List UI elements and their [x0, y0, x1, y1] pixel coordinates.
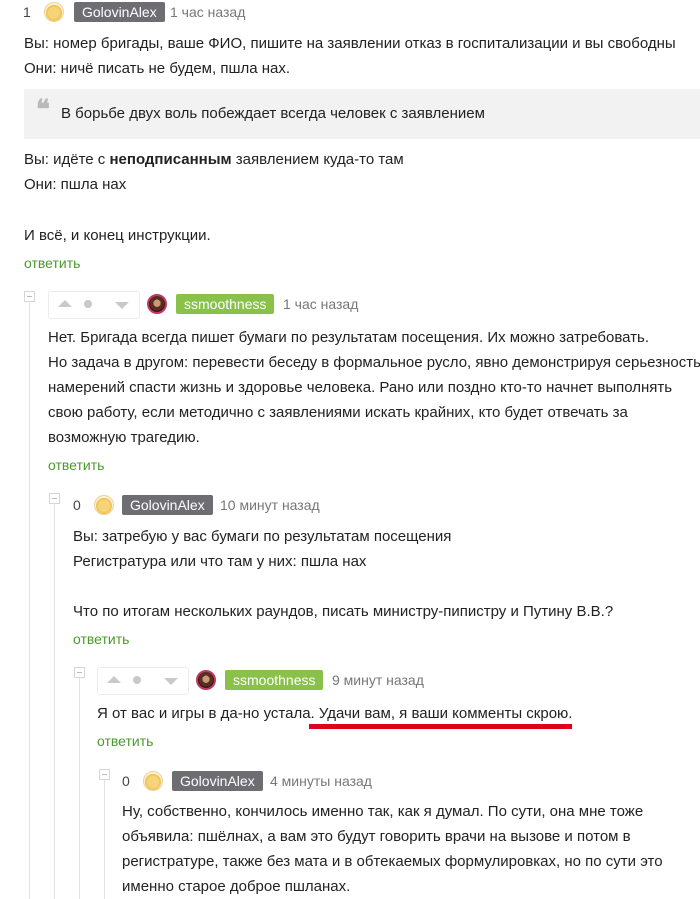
comment-text-line: Вы: затребую у вас бумаги по результатам… — [73, 528, 452, 545]
comment-time[interactable]: 4 минуты назад — [270, 773, 372, 789]
quote-text: В борьбе двух воль побеждает всегда чело… — [61, 105, 485, 122]
comment-time[interactable]: 1 час назад — [170, 4, 245, 20]
neutral-dot-icon — [84, 300, 92, 308]
comment-text-line: регистратуре, также без мата и в обтекае… — [122, 853, 663, 870]
comment-time[interactable]: 1 час назад — [283, 296, 358, 312]
comment-time[interactable]: 10 минут назад — [220, 497, 320, 513]
comment-text-line: Я от вас и игры в да-но устала. Удачи ва… — [97, 705, 573, 722]
reply-link[interactable]: ответить — [73, 631, 129, 647]
collapse-toggle[interactable] — [99, 769, 110, 780]
comment-text-line: Нет. Бригада всегда пишет бумаги по резу… — [48, 329, 649, 346]
upvote-icon[interactable] — [58, 300, 72, 307]
comment-text-line: Ну, собственно, кончилось именно так, ка… — [122, 803, 644, 820]
comment-text-line: И всё, и конец инструкции. — [24, 227, 211, 244]
comment-text-line: намерений спасти жизнь и здоровье челове… — [48, 379, 673, 396]
username-badge[interactable]: GolovinAlex — [122, 495, 213, 515]
reply-link[interactable]: ответить — [24, 255, 80, 271]
collapse-toggle[interactable] — [49, 493, 60, 504]
comment-rating: 0 — [122, 773, 130, 789]
downvote-icon[interactable] — [164, 678, 178, 685]
downvote-icon[interactable] — [115, 302, 129, 309]
comment-text-line: Регистратура или что там у них: пшла нах — [73, 553, 367, 570]
collapse-toggle[interactable] — [24, 291, 35, 302]
thread-line — [29, 300, 30, 899]
username-badge[interactable]: GolovinAlex — [172, 771, 263, 791]
comment-text-line: Они: пшла нах — [24, 176, 127, 193]
highlighted-text: Удачи вам, я ваши комменты скрою. — [318, 705, 573, 722]
comment-text-line: объявила: пшёлнах, а вам это будут говор… — [122, 828, 631, 845]
avatar[interactable] — [196, 670, 216, 690]
thread-line — [79, 676, 80, 899]
avatar[interactable] — [44, 2, 64, 22]
avatar[interactable] — [143, 771, 163, 791]
comment-text-line: Вы: номер бригады, ваше ФИО, пишите на з… — [24, 35, 676, 52]
blockquote: ❝ В борьбе двух воль побеждает всегда че… — [24, 89, 700, 139]
username-badge[interactable]: ssmoothness — [176, 294, 275, 314]
collapse-toggle[interactable] — [74, 667, 85, 678]
reply-link[interactable]: ответить — [48, 457, 104, 473]
avatar[interactable] — [94, 495, 114, 515]
thread-line — [104, 776, 105, 899]
upvote-icon[interactable] — [107, 676, 121, 683]
reply-link[interactable]: ответить — [97, 733, 153, 749]
comment-text-line: Но задача в другом: перевести беседу в ф… — [48, 354, 700, 371]
quote-icon: ❝ — [36, 95, 50, 125]
comment-text-line: возможную трагедию. — [48, 429, 200, 446]
username-badge[interactable]: ssmoothness — [225, 670, 324, 690]
username-badge[interactable]: GolovinAlex — [74, 2, 165, 22]
vote-bar — [48, 291, 140, 319]
comment-text-line: именно старое доброе пшланах. — [122, 878, 351, 895]
thread-line — [54, 500, 55, 899]
red-underline-annotation — [309, 724, 572, 729]
comment-rating: 1 — [23, 4, 31, 20]
avatar[interactable] — [147, 294, 167, 314]
comment-text-line: Что по итогам нескольких раундов, писать… — [73, 603, 614, 620]
comment-time[interactable]: 9 минут назад — [332, 672, 424, 688]
neutral-dot-icon — [133, 676, 141, 684]
comment-text-line: Они: ничё писать не будем, пшла нах. — [24, 60, 291, 77]
comment-text-line: Вы: идёте с неподписанным заявлением куд… — [24, 151, 404, 168]
comment-rating: 0 — [73, 497, 81, 513]
comment-text-line: свою работу, если методично с заявлениям… — [48, 404, 628, 421]
vote-bar — [97, 667, 189, 695]
